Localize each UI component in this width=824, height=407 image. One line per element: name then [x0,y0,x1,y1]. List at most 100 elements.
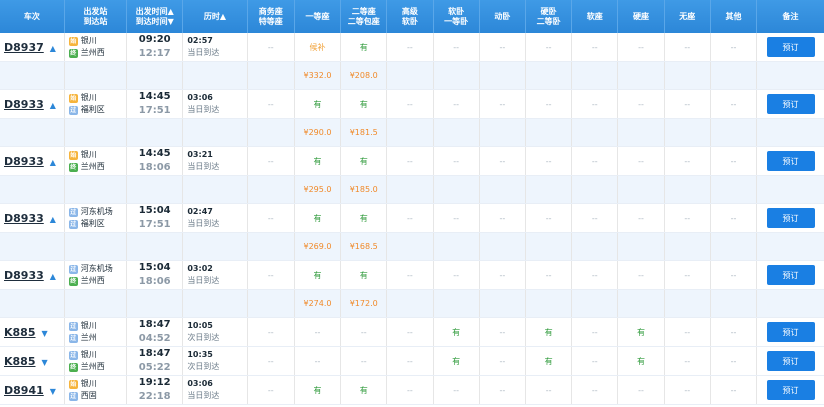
book-button[interactable]: 预订 [766,322,815,342]
price-cell [571,289,619,318]
train-number-link[interactable]: D8933 [4,212,44,225]
seat-none: -- [684,156,691,166]
seat-none: -- [730,156,737,166]
expand-stops-icon[interactable]: ▲ [50,158,56,167]
seat-cell: -- [386,317,434,347]
train-number-link[interactable]: K885 [4,326,36,339]
arrival-day: 当日到达 [187,219,220,228]
book-button[interactable]: 预订 [766,151,815,171]
price-cell [433,289,480,318]
header-duration[interactable]: 历时▲ [182,0,248,33]
price-cell [571,232,619,261]
from-station: 银川 [80,36,97,45]
seat-cell: 有 [617,346,665,376]
seat-none: -- [453,156,460,166]
price-spacer [126,175,184,204]
header-soft-seat: 软座 [571,0,619,33]
book-button[interactable]: 预订 [766,37,815,57]
train-number-link[interactable]: D8933 [4,155,44,168]
seat-none: -- [407,99,413,109]
price-row: ¥332.0 ¥208.0 [0,61,824,90]
price-cell [386,289,434,318]
departure-time: 09:20 [138,34,171,45]
expand-stops-icon[interactable]: ▼ [42,358,48,367]
seat-none: -- [545,99,552,109]
seat-cell: -- [433,375,480,405]
seat-none: -- [407,385,413,395]
times-cell: 14:45 17:51 [126,89,184,119]
price-cell [571,175,619,204]
seat-none: -- [591,213,598,223]
station-type-icon: 终 [68,162,78,172]
price-spacer [756,175,824,204]
arrival-time: 12:17 [138,48,171,59]
seat-none: -- [638,42,644,52]
train-number-link[interactable]: D8941 [4,384,44,397]
seat-cell: 有 [340,146,388,176]
seat-none: -- [499,327,506,337]
remark-cell: 预订 [756,89,824,119]
book-button[interactable]: 预订 [766,265,815,285]
expand-stops-icon[interactable]: ▲ [50,272,56,281]
header-stations[interactable]: 出发站 到达站 [64,0,128,33]
seat-none: -- [499,356,506,366]
seat-none: -- [545,270,552,280]
seat-none: -- [591,327,598,337]
duration-cell: 02:47 当日到达 [182,203,248,233]
arrival-time: 18:06 [138,162,171,173]
header-first: 一等座 [294,0,342,33]
arrival-day: 当日到达 [187,162,220,171]
seat-cell: -- [710,375,758,405]
book-button[interactable]: 预订 [766,208,815,228]
price-cell [525,175,573,204]
train-number-link[interactable]: D8933 [4,269,44,282]
seat-none: -- [684,356,691,366]
duration: 03:02 [187,264,213,273]
expand-stops-icon[interactable]: ▲ [50,44,56,53]
seat-available: 有 [313,213,322,223]
price-spacer [64,175,128,204]
price-row: ¥290.0 ¥181.5 [0,118,824,147]
seat-cell: -- [664,346,711,376]
seat-cell: -- [433,260,480,290]
header-times[interactable]: 出发时间▲ 到达时间▼ [126,0,184,33]
seat-cell: -- [617,375,665,405]
remark-cell: 预订 [756,260,824,290]
train-cell: D8933 ▲ [0,89,65,119]
seat-cell: 有 [433,317,480,347]
duration-cell: 03:06 当日到达 [182,375,248,405]
seat-cell: -- [433,146,480,176]
book-button[interactable]: 预订 [766,380,815,400]
book-button[interactable]: 预订 [766,351,815,371]
train-number-link[interactable]: D8937 [4,41,44,54]
expand-stops-icon[interactable]: ▼ [50,387,56,396]
seat-cell: -- [386,346,434,376]
expand-stops-icon[interactable]: ▲ [50,101,56,110]
seat-cell: -- [479,89,526,119]
train-number-link[interactable]: D8933 [4,98,44,111]
seat-cell: -- [571,375,619,405]
stations-cell: 始银川终兰州西 [64,146,128,176]
seat-none: -- [730,385,737,395]
station-type-icon: 始 [68,150,78,160]
station-type-icon: 始 [68,36,78,46]
arrival-day: 当日到达 [187,105,220,114]
seat-cell: -- [571,317,619,347]
seat-cell: -- [247,317,295,347]
seat-none: -- [407,327,413,337]
seat-cell: -- [525,146,573,176]
book-button[interactable]: 预订 [766,94,815,114]
expand-stops-icon[interactable]: ▼ [42,329,48,338]
seat-cell: -- [525,260,573,290]
duration: 03:21 [187,150,213,159]
expand-stops-icon[interactable]: ▲ [50,215,56,224]
times-cell: 15:04 18:06 [126,260,184,290]
train-row: K885 ▼ 过银川终兰州西 18:47 05:22 10:35 次日到达 -- -- -- -- 有… [0,346,824,376]
seat-none: -- [453,213,460,223]
seat-cell: -- [386,33,434,62]
seat-none: -- [591,356,598,366]
train-number-link[interactable]: K885 [4,355,36,368]
seat-cell: 有 [294,89,342,119]
duration-cell: 02:57 当日到达 [182,33,248,62]
seat-available: 有 [637,327,646,337]
